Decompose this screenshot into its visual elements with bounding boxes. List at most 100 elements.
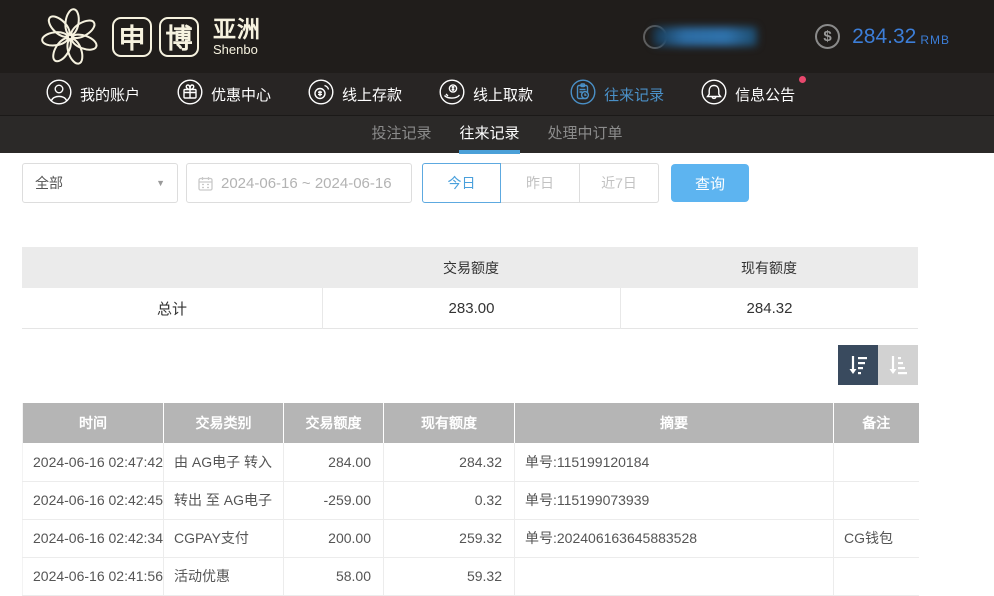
logo-region: 亚洲 Shenbo [213,18,261,56]
table-row: 2024-06-16 02:42:34 CGPAY支付 200.00 259.3… [23,519,919,557]
nav-item-promotions[interactable]: 优惠中心 [177,79,271,109]
notification-badge [799,76,806,83]
logo-char-bo: 博 [159,17,199,57]
header-type: 交易类别 [164,403,284,443]
type-dropdown[interactable]: 全部 ▼ [22,163,178,203]
cell-time: 2024-06-16 02:42:34 [23,519,164,557]
user-icon [46,79,72,109]
main-nav: 我的账户 优惠中心 线上存款 线上取款 往来记录 信息公告 [0,73,994,115]
cell-remarks: CG钱包 [834,519,919,557]
nav-item-withdraw[interactable]: 线上取款 [439,79,533,109]
summary-total-transaction: 283.00 [322,288,620,329]
summary-total-label: 总计 [22,298,322,319]
cell-amount: -259.00 [284,481,384,519]
withdraw-icon [439,79,465,109]
sort-descending-button[interactable] [838,345,878,385]
cell-remarks [834,557,919,595]
cell-summary: 单号:115199120184 [515,443,834,481]
nav-item-records[interactable]: 往来记录 [570,79,664,109]
cell-type: 转出 至 AG电子 [164,481,284,519]
summary-header-row: 交易额度 现有额度 [22,247,918,288]
summary-header-transaction: 交易额度 [322,258,620,278]
cell-time: 2024-06-16 02:47:42 [23,443,164,481]
brand-logo[interactable]: 申 博 亚洲 Shenbo [40,7,261,67]
nav-label: 我的账户 [80,84,140,105]
balance-currency: RMB [920,27,950,47]
nav-label: 线上存款 [342,84,402,105]
header-remarks: 备注 [834,403,919,443]
cell-time: 2024-06-16 02:42:45 [23,481,164,519]
cell-amount: 284.00 [284,443,384,481]
nav-label: 信息公告 [735,84,795,105]
nav-label: 优惠中心 [211,84,271,105]
top-header: 申 博 亚洲 Shenbo $ 284.32 RMB [0,0,994,73]
bell-icon [701,79,727,109]
logo-characters: 申 博 [112,17,199,57]
deposit-icon [308,79,334,109]
date-range-input[interactable]: 2024-06-16 ~ 2024-06-16 [186,163,412,203]
gift-icon [177,79,203,109]
nav-item-announcements[interactable]: 信息公告 [701,79,795,109]
cell-type: 由 AG电子 转入 [164,443,284,481]
cell-remarks [834,443,919,481]
type-dropdown-value: 全部 [35,173,63,193]
table-row: 2024-06-16 02:41:56 活动优惠 58.00 59.32 [23,557,919,595]
logo-region-cn: 亚洲 [213,18,261,41]
cell-balance: 59.32 [384,557,515,595]
cell-amount: 200.00 [284,519,384,557]
cell-amount: 58.00 [284,557,384,595]
username-redacted [653,27,757,46]
nav-item-deposit[interactable]: 线上存款 [308,79,402,109]
date-range-value: 2024-06-16 ~ 2024-06-16 [221,175,392,192]
balance-display[interactable]: $ 284.32 RMB [815,24,950,49]
sort-descending-icon [845,352,871,378]
cell-balance: 284.32 [384,443,515,481]
table-row: 2024-06-16 02:42:45 转出 至 AG电子 -259.00 0.… [23,481,919,519]
cell-summary: 单号:202406163645883528 [515,519,834,557]
account-cluster[interactable] [643,25,757,49]
summary-header-balance: 现有额度 [620,258,918,278]
logo-subtitle: Shenbo [213,43,261,56]
table-header-row: 时间 交易类别 交易额度 现有额度 摘要 备注 [23,403,919,443]
sort-controls [22,345,918,385]
balance-amount: 284.32 [852,25,916,49]
cell-type: CGPAY支付 [164,519,284,557]
cell-remarks [834,481,919,519]
cell-time: 2024-06-16 02:41:56 [23,557,164,595]
header-balance: 现有额度 [384,403,515,443]
header-summary: 摘要 [515,403,834,443]
cell-summary [515,557,834,595]
dollar-icon: $ [815,24,840,49]
today-button[interactable]: 今日 [422,163,501,203]
query-button[interactable]: 查询 [671,164,749,202]
summary-table: 交易额度 现有额度 总计 283.00 284.32 [22,247,918,329]
header-time: 时间 [23,403,164,443]
header-amount: 交易额度 [284,403,384,443]
cell-balance: 0.32 [384,481,515,519]
last7days-button[interactable]: 近7日 [580,163,659,203]
tab-processing-orders[interactable]: 处理中订单 [548,116,623,154]
tab-betting-records[interactable]: 投注记录 [371,116,431,154]
yesterday-button[interactable]: 昨日 [501,163,580,203]
nav-label: 往来记录 [604,84,664,105]
quick-date-group: 今日 昨日 近7日 [422,163,659,203]
logo-char-shen: 申 [112,17,152,57]
filter-row: 全部 ▼ 2024-06-16 ~ 2024-06-16 今日 昨日 近7日 查… [22,163,918,203]
summary-total-balance: 284.32 [620,288,918,329]
chevron-down-icon: ▼ [156,178,165,188]
summary-total-row: 总计 283.00 284.32 [22,288,918,329]
sort-ascending-button[interactable] [878,345,918,385]
nav-item-my-account[interactable]: 我的账户 [46,79,140,109]
calendar-icon [198,176,213,191]
cell-balance: 259.32 [384,519,515,557]
records-icon [570,79,596,109]
cell-summary: 单号:115199073939 [515,481,834,519]
sort-ascending-icon [885,352,911,378]
tab-transaction-records[interactable]: 往来记录 [459,116,519,154]
record-subtabs: 投注记录 往来记录 处理中订单 [0,115,994,153]
transactions-table: 时间 交易类别 交易额度 现有额度 摘要 备注 2024-06-16 02:47… [22,403,919,596]
table-row: 2024-06-16 02:47:42 由 AG电子 转入 284.00 284… [23,443,919,481]
cell-type: 活动优惠 [164,557,284,595]
flower-logo-icon [40,7,100,67]
nav-label: 线上取款 [473,84,533,105]
